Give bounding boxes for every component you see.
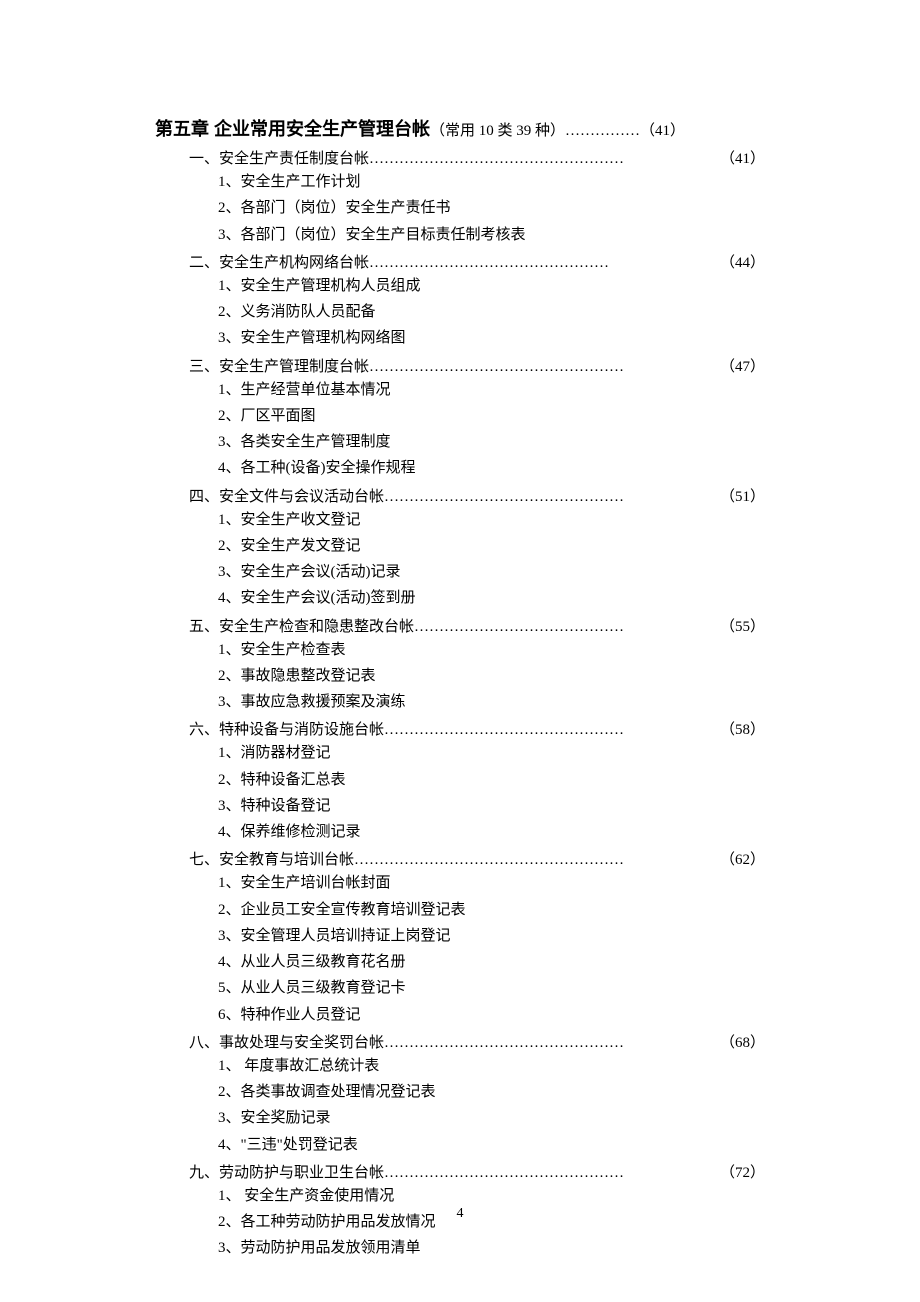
chapter-title: 第五章 企业常用安全生产管理台帐 <box>155 115 430 141</box>
toc-content: 第五章 企业常用安全生产管理台帐 （常用 10 类 39 种） …………… （4… <box>0 0 920 1261</box>
section-page: （62） <box>720 848 765 869</box>
section-heading-line: 五、安全生产检查和隐患整改台帐……………………………………（55） <box>189 615 765 636</box>
section-page: （68） <box>720 1031 765 1052</box>
toc-item: 1、安全生产工作计划 <box>218 171 765 194</box>
toc-item: 3、安全管理人员培训持证上岗登记 <box>218 925 765 948</box>
section-page: （72） <box>720 1161 765 1182</box>
toc-item: 3、安全生产会议(活动)记录 <box>218 561 765 584</box>
section-page: （41） <box>720 147 765 168</box>
toc-item: 1、消防器材登记 <box>218 742 765 765</box>
toc-item: 1、安全生产检查表 <box>218 639 765 662</box>
section-page: （58） <box>720 718 765 739</box>
toc-item: 2、各类事故调查处理情况登记表 <box>218 1081 765 1104</box>
section-heading-line: 一、安全生产责任制度台帐 ……………………………………………（41） <box>189 147 765 168</box>
toc-item: 3、安全生产管理机构网络图 <box>218 327 765 350</box>
toc-item: 4、保养维修检测记录 <box>218 821 765 844</box>
section-label: 九、劳动防护与职业卫生台帐 <box>189 1161 384 1182</box>
section-label: 八、事故处理与安全奖罚台帐 <box>189 1031 384 1052</box>
chapter-leader: …………… <box>565 123 640 140</box>
section-leader: …………………………………… <box>414 619 720 636</box>
toc-item: 6、特种作业人员登记 <box>218 1004 765 1027</box>
section-label: 五、安全生产检查和隐患整改台帐 <box>189 615 414 636</box>
toc-item: 2、特种设备汇总表 <box>218 769 765 792</box>
section-label: 一、安全生产责任制度台帐 <box>189 147 369 168</box>
toc-item: 4、各工种(设备)安全操作规程 <box>218 457 765 480</box>
section-heading-line: 七、安全教育与培训台帐………………………………………………（62） <box>189 848 765 869</box>
chapter-suffix: （常用 10 类 39 种） <box>430 119 565 140</box>
section-heading-line: 二、安全生产机构网络台帐 …………………………………………（44） <box>189 251 765 272</box>
section-leader: ………………………………………… <box>369 255 720 272</box>
toc-item: 1、生产经营单位基本情况 <box>218 379 765 402</box>
section-leader: ………………………………………… <box>384 1165 720 1182</box>
toc-item: 3、安全奖励记录 <box>218 1107 765 1130</box>
sections-container: 一、安全生产责任制度台帐 ……………………………………………（41）1、安全生产… <box>155 147 765 1261</box>
section-label: 三、安全生产管理制度台帐 <box>189 355 369 376</box>
section-leader: ………………………………………… <box>384 489 720 506</box>
chapter-page: （41） <box>640 119 685 140</box>
toc-item: 1、安全生产培训台帐封面 <box>218 872 765 895</box>
toc-item: 4、从业人员三级教育花名册 <box>218 951 765 974</box>
section-heading-line: 八、事故处理与安全奖罚台帐…………………………………………（68） <box>189 1031 765 1052</box>
toc-item: 2、厂区平面图 <box>218 405 765 428</box>
section-page: （47） <box>720 355 765 376</box>
section-label: 七、安全教育与培训台帐 <box>189 848 354 869</box>
toc-item: 1、安全生产管理机构人员组成 <box>218 275 765 298</box>
section-heading-line: 六、特种设备与消防设施台帐…………………………………………（58） <box>189 718 765 739</box>
toc-item: 4、"三违"处罚登记表 <box>218 1134 765 1157</box>
section-label: 四、安全文件与会议活动台帐 <box>189 485 384 506</box>
toc-item: 2、事故隐患整改登记表 <box>218 665 765 688</box>
section-leader: ………………………………………… <box>384 722 720 739</box>
toc-item: 2、义务消防队人员配备 <box>218 301 765 324</box>
toc-item: 1、安全生产收文登记 <box>218 509 765 532</box>
page-number: 4 <box>0 1206 920 1222</box>
toc-item: 2、各部门（岗位）安全生产责任书 <box>218 197 765 220</box>
toc-item: 3、事故应急救援预案及演练 <box>218 691 765 714</box>
section-heading-line: 九、劳动防护与职业卫生台帐…………………………………………（72） <box>189 1161 765 1182</box>
section-page: （44） <box>720 251 765 272</box>
toc-item: 3、各部门（岗位）安全生产目标责任制考核表 <box>218 224 765 247</box>
toc-item: 3、劳动防护用品发放领用清单 <box>218 1237 765 1260</box>
toc-item: 3、各类安全生产管理制度 <box>218 431 765 454</box>
chapter-heading-line: 第五章 企业常用安全生产管理台帐 （常用 10 类 39 种） …………… （4… <box>155 115 765 141</box>
toc-item: 2、安全生产发文登记 <box>218 535 765 558</box>
toc-item: 3、特种设备登记 <box>218 795 765 818</box>
section-page: （55） <box>720 615 765 636</box>
section-label: 二、安全生产机构网络台帐 <box>189 251 369 272</box>
toc-item: 4、安全生产会议(活动)签到册 <box>218 587 765 610</box>
toc-item: 2、企业员工安全宣传教育培训登记表 <box>218 899 765 922</box>
toc-item: 1、 安全生产资金使用情况 <box>218 1185 765 1208</box>
section-page: （51） <box>720 485 765 506</box>
section-heading-line: 四、安全文件与会议活动台帐…………………………………………（51） <box>189 485 765 506</box>
toc-item: 5、从业人员三级教育登记卡 <box>218 977 765 1000</box>
section-leader: ………………………………………… <box>384 1035 720 1052</box>
section-leader: ……………………………………………… <box>354 852 720 869</box>
section-leader: …………………………………………… <box>369 359 720 376</box>
toc-item: 1、 年度事故汇总统计表 <box>218 1055 765 1078</box>
section-label: 六、特种设备与消防设施台帐 <box>189 718 384 739</box>
section-leader: …………………………………………… <box>369 151 720 168</box>
section-heading-line: 三、安全生产管理制度台帐 ……………………………………………（47） <box>189 355 765 376</box>
